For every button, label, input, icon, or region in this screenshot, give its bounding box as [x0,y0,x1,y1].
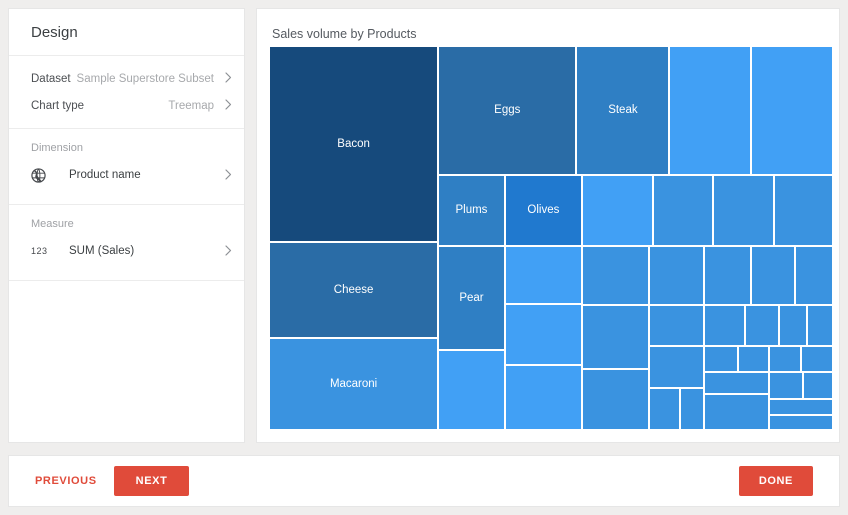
treemap-tile[interactable] [582,305,649,369]
chart-title: Sales volume by Products [272,27,417,41]
dataset-section: Dataset Sample Superstore Subset Chart t… [9,65,244,129]
treemap-tile[interactable] [582,368,649,430]
treemap-tile-label: Eggs [494,104,521,117]
dimension-section: Dimension Product name [9,129,244,205]
treemap-tile[interactable] [703,372,769,394]
globe-icon [31,167,59,183]
dimension-field-row[interactable]: Product name [9,158,244,192]
treemap-tile-bacon[interactable]: Bacon [269,46,439,242]
treemap-tile-steak[interactable]: Steak [576,46,670,175]
dataset-label: Dataset [31,72,71,85]
chart-type-label: Chart type [31,99,85,112]
treemap-tile[interactable] [504,365,583,430]
treemap-tile[interactable] [800,345,833,373]
measure-group-label: Measure [31,218,74,230]
treemap-tile[interactable] [703,245,751,306]
treemap-tile[interactable] [737,345,769,373]
123-number-icon: 123 [31,246,48,256]
treemap-tile-olives[interactable]: Olives [504,174,583,246]
design-panel-header: Design [9,9,244,56]
dataset-value: Sample Superstore Subset [76,72,214,85]
treemap-tile[interactable] [768,345,801,373]
treemap-tile[interactable] [750,245,795,306]
treemap-tile[interactable] [703,393,769,430]
treemap-tile[interactable] [713,174,775,246]
treemap-tile[interactable] [582,174,653,246]
chevron-right-icon [225,72,232,85]
chevron-right-icon [225,244,232,258]
treemap-tile-label: Bacon [337,137,370,150]
treemap-tile-macaroni[interactable]: Macaroni [269,337,439,430]
measure-field-row[interactable]: 123 SUM (Sales) [9,234,244,268]
treemap-tile[interactable] [745,305,779,346]
treemap-tile[interactable] [648,345,704,388]
measure-field-name: SUM (Sales) [69,245,135,257]
dimension-group-label: Dimension [31,142,83,154]
treemap-tile[interactable] [652,174,714,246]
chart-builder-window: Design Dataset Sample Superstore Subset … [0,0,848,515]
treemap-tile[interactable] [648,387,680,430]
page-title: Design [31,23,78,41]
treemap-tile-label: Cheese [333,283,374,296]
previous-button[interactable]: PREVIOUS [35,475,97,487]
treemap-tile[interactable] [768,414,833,430]
treemap-tile[interactable] [703,305,746,346]
treemap-tile[interactable] [802,372,833,400]
treemap-tile-cheese[interactable]: Cheese [269,241,439,338]
chart-type-row[interactable]: Chart type Treemap [9,92,244,119]
treemap-tile-label: Pear [459,291,484,304]
next-button[interactable]: NEXT [113,466,190,496]
design-panel: Design Dataset Sample Superstore Subset … [8,8,245,443]
treemap-tile[interactable] [438,350,505,430]
done-button[interactable]: DONE [738,466,813,496]
treemap-tile[interactable] [648,305,704,346]
treemap-tile-eggs[interactable]: Eggs [438,46,577,175]
treemap-tile-pear[interactable]: Pear [438,245,505,351]
measure-section: Measure 123 SUM (Sales) [9,205,244,281]
treemap-tile-label: Macaroni [329,377,378,390]
treemap-tile[interactable] [504,304,583,366]
treemap-tile-label: Olives [527,204,560,217]
chevron-right-icon [225,168,232,182]
chart-type-value: Treemap [168,99,214,112]
treemap-tile[interactable] [582,245,649,306]
treemap-tile[interactable] [669,46,752,175]
treemap-tile[interactable] [679,387,704,430]
treemap-tile-label: Plums [455,204,488,217]
treemap-tile[interactable] [768,372,803,400]
treemap-tile-label: Steak [608,104,638,117]
treemap-tile[interactable] [648,245,704,306]
treemap-tile[interactable] [751,46,833,175]
chevron-right-icon [225,99,232,112]
treemap-tile[interactable] [774,174,833,246]
treemap-tile[interactable] [504,245,583,305]
dataset-row[interactable]: Dataset Sample Superstore Subset [9,65,244,92]
treemap-tile[interactable] [768,399,833,415]
treemap-chart[interactable]: Bacon Eggs Steak Plums Olives Cheese Pear Macar… [269,46,833,430]
treemap-tile[interactable] [778,305,808,346]
treemap-tile[interactable] [807,305,833,346]
treemap-tile[interactable] [794,245,833,306]
treemap-tile[interactable] [703,345,738,373]
dimension-field-name: Product name [69,169,141,181]
chart-panel: Sales volume by Products Bacon Eggs Steak P… [256,8,840,443]
treemap-tile-plums[interactable]: Plums [438,174,505,246]
wizard-footer: PREVIOUS NEXT DONE [8,455,840,507]
